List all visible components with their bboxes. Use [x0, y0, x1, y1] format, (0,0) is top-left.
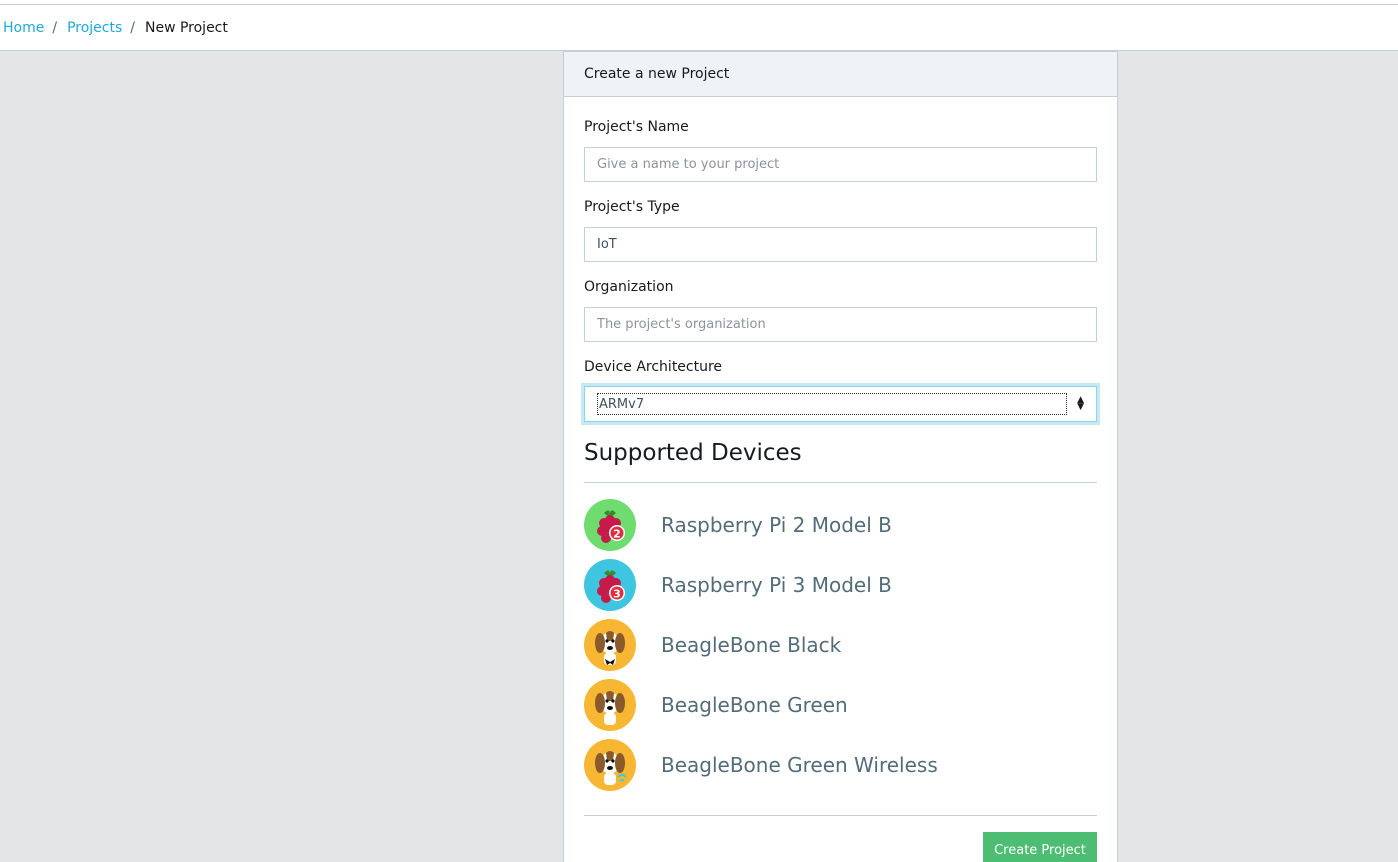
device-item: BeagleBone Green Wireless — [584, 739, 1097, 791]
breadcrumb-separator: / — [52, 19, 58, 36]
device-name: Raspberry Pi 2 Model B — [661, 513, 892, 537]
beaglebone-black-icon — [584, 619, 636, 671]
beaglebone-green-wireless-icon — [584, 739, 636, 791]
organization-input[interactable] — [584, 307, 1097, 342]
device-name: BeagleBone Green Wireless — [661, 753, 938, 777]
device-badge: 3 — [613, 588, 621, 601]
new-project-card: Create a new Project Project's Name Proj… — [563, 51, 1118, 862]
project-type-label: Project's Type — [584, 199, 680, 215]
supported-devices-title: Supported Devices — [584, 440, 802, 466]
device-item: BeagleBone Black — [584, 619, 1097, 671]
raspberry-pi-3-icon: 3 — [584, 559, 636, 611]
organization-label: Organization — [584, 279, 674, 295]
device-badge: 2 — [613, 528, 621, 541]
device-name: BeagleBone Black — [661, 633, 842, 657]
select-arrows-icon: ▲ ▼ — [1077, 395, 1084, 412]
project-name-label: Project's Name — [584, 119, 689, 135]
raspberry-pi-2-icon: 2 — [584, 499, 636, 551]
device-item: BeagleBone Green — [584, 679, 1097, 731]
beaglebone-green-icon — [584, 679, 636, 731]
device-item: 3 Raspberry Pi 3 Model B — [584, 559, 1097, 611]
project-name-input[interactable] — [584, 147, 1097, 182]
device-item: 2 Raspberry Pi 2 Model B — [584, 499, 1097, 551]
device-name: Raspberry Pi 3 Model B — [661, 573, 892, 597]
device-architecture-select[interactable]: ARMv7 ▲ ▼ — [584, 386, 1097, 422]
breadcrumb-current: New Project — [144, 19, 228, 36]
divider — [584, 482, 1097, 483]
divider — [584, 815, 1097, 816]
breadcrumb-separator: / — [130, 19, 135, 36]
device-name: BeagleBone Green — [661, 693, 848, 717]
create-project-button[interactable]: Create Project — [983, 832, 1097, 862]
project-type-input[interactable] — [584, 227, 1097, 262]
card-header: Create a new Project — [564, 52, 1117, 97]
breadcrumb-projects-link[interactable]: Projects — [67, 20, 122, 36]
breadcrumb: Home / Projects / New Project — [0, 5, 1398, 51]
breadcrumb-home-link[interactable]: Home — [3, 20, 44, 36]
device-architecture-label: Device Architecture — [584, 359, 723, 375]
device-architecture-value: ARMv7 — [597, 393, 1068, 415]
